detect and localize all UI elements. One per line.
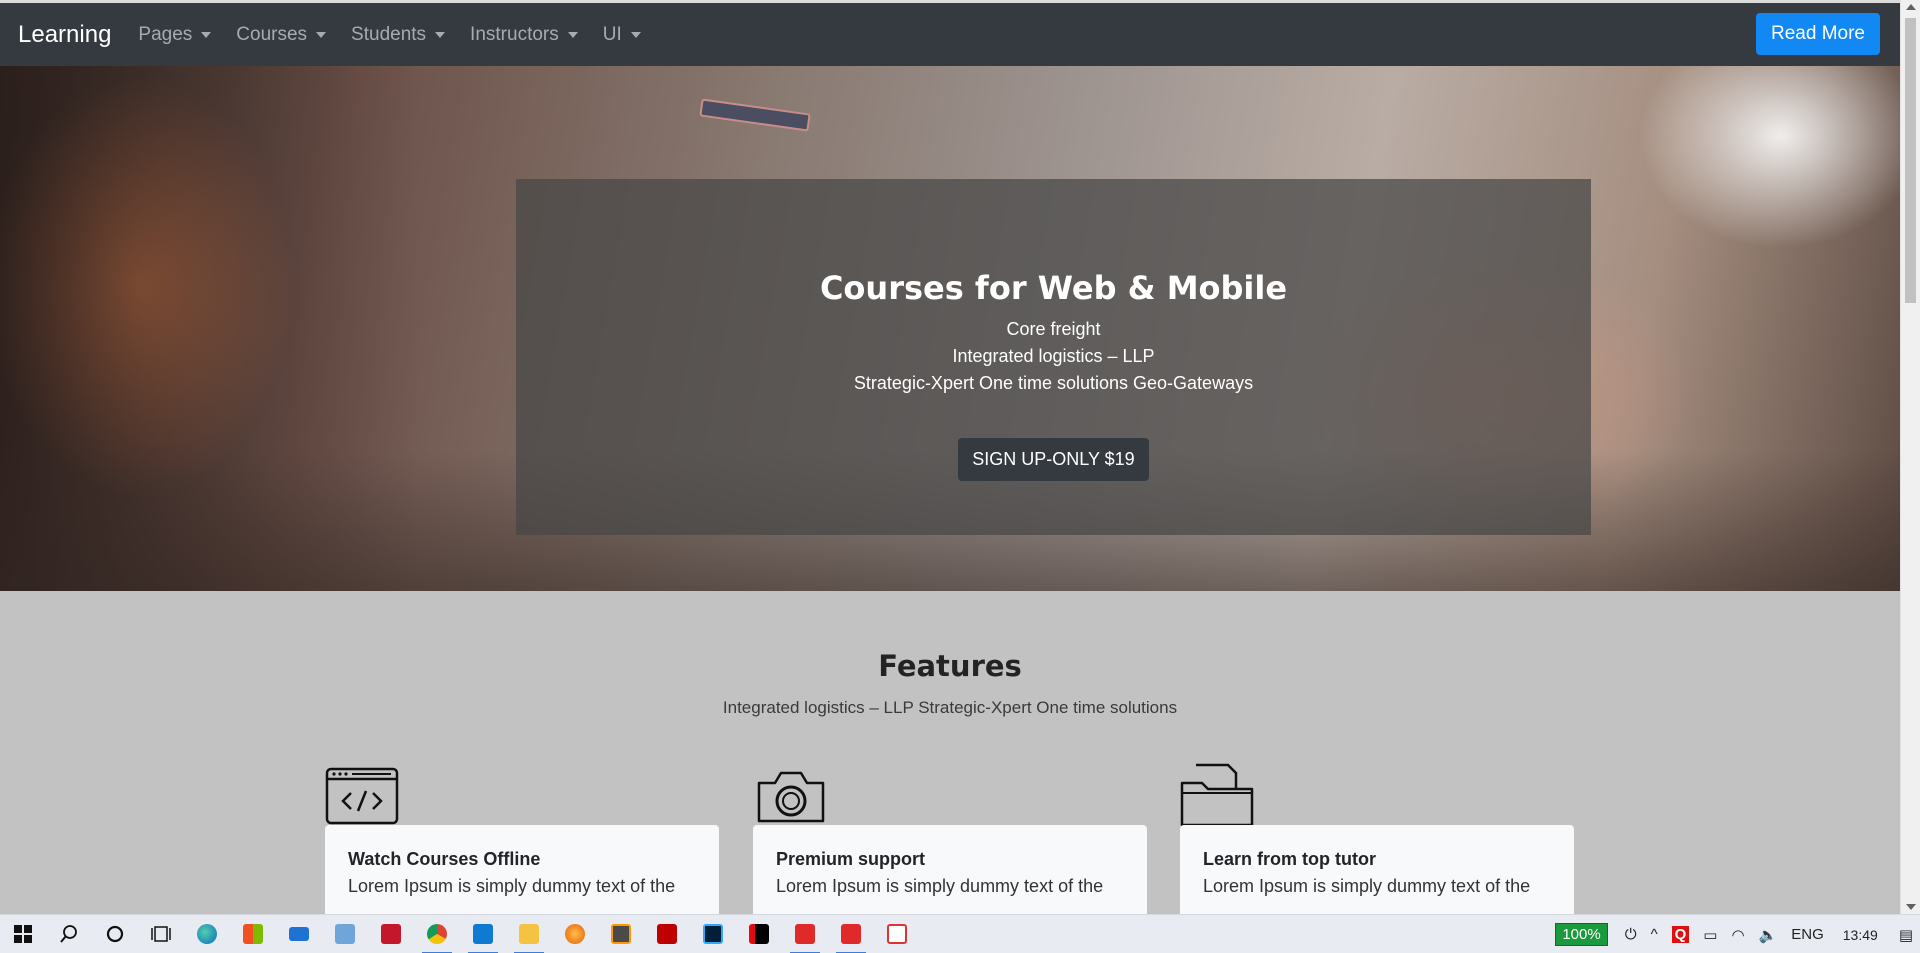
scroll-down-arrow-icon[interactable]: [1906, 904, 1916, 910]
clock[interactable]: 13:49: [1843, 927, 1878, 943]
firefox-icon[interactable]: [552, 915, 598, 953]
filezilla-icon[interactable]: [644, 915, 690, 953]
feature-card[interactable]: Learn from top tutor Lorem Ipsum is simp…: [1180, 825, 1574, 914]
nav-item-instructors[interactable]: Instructors: [470, 24, 578, 46]
chrome-icon[interactable]: [414, 915, 460, 953]
app-icon[interactable]: [322, 915, 368, 953]
task-view-icon[interactable]: [138, 915, 184, 953]
hero-overlay-box: Courses for Web & Mobile Core freight In…: [516, 179, 1591, 535]
caret-down-icon: [630, 31, 641, 38]
store-icon[interactable]: [230, 915, 276, 953]
system-tray: 100% ⏻ ^ Q ▭ ◠ 🔈 ENG 13:49 ▤: [1555, 915, 1920, 953]
caret-down-icon: [435, 31, 446, 38]
q-app-icon[interactable]: Q: [1671, 926, 1690, 943]
feature-card-text: Lorem Ipsum is simply dummy text of the: [1203, 876, 1531, 896]
hero-background-object: [699, 98, 811, 132]
code-window-icon: [325, 767, 399, 825]
app-red2-icon[interactable]: [782, 915, 828, 953]
feature-card-title: Watch Courses Offline: [348, 849, 541, 869]
windows-taskbar: 100% ⏻ ^ Q ▭ ◠ 🔈 ENG 13:49 ▤: [0, 914, 1920, 953]
feature-card-title: Premium support: [776, 849, 926, 869]
brand-logo[interactable]: Learning: [18, 21, 111, 49]
app-red-icon[interactable]: [368, 915, 414, 953]
language-indicator[interactable]: ENG: [1791, 926, 1824, 943]
hero-banner: Courses for Web & Mobile Core freight In…: [0, 66, 1900, 591]
nav-item-label: Courses: [236, 23, 308, 45]
features-section: Features Integrated logistics – LLP Stra…: [0, 591, 1900, 914]
hero-title: Courses for Web & Mobile: [819, 269, 1288, 307]
nav-item-label: UI: [602, 23, 622, 45]
features-subtitle: Integrated logistics – LLP Strategic-Xpe…: [722, 698, 1178, 717]
signup-button[interactable]: SIGN UP-ONLY $19: [958, 438, 1149, 481]
feature-item: Watch Courses Offline Lorem Ipsum is sim…: [325, 763, 719, 914]
feature-card[interactable]: Premium support Lorem Ipsum is simply du…: [753, 825, 1147, 914]
top-navbar: Learning Pages Courses Students Instruct…: [0, 0, 1900, 66]
folder-icon: [1180, 763, 1254, 827]
read-more-button[interactable]: Read More: [1756, 13, 1880, 55]
caret-down-icon: [567, 31, 578, 38]
features-title: Features: [878, 649, 1022, 683]
mail-icon[interactable]: [276, 915, 322, 953]
feature-card-title: Learn from top tutor: [1203, 849, 1376, 869]
hero-line: Strategic-Xpert One time solutions Geo-G…: [853, 373, 1254, 393]
feature-card[interactable]: Watch Courses Offline Lorem Ipsum is sim…: [325, 825, 719, 914]
hero-line: Core freight: [1006, 319, 1101, 339]
netflix-icon[interactable]: [736, 915, 782, 953]
sublime-icon[interactable]: [598, 915, 644, 953]
notification-icon[interactable]: ▤: [1899, 926, 1913, 944]
cortana-icon[interactable]: [92, 915, 138, 953]
file-explorer-icon[interactable]: [506, 915, 552, 953]
vertical-scrollbar[interactable]: [1900, 0, 1920, 914]
feature-card-text: Lorem Ipsum is simply dummy text of the: [348, 876, 676, 896]
hero-line: Integrated logistics – LLP: [952, 346, 1155, 366]
camera-icon: [757, 771, 825, 823]
battery-icon[interactable]: ▭: [1703, 926, 1717, 944]
app-red3-icon[interactable]: [828, 915, 874, 953]
scroll-up-arrow-icon[interactable]: [1906, 4, 1916, 10]
chevron-up-icon[interactable]: ^: [1651, 926, 1658, 943]
photoshop-icon[interactable]: [690, 915, 736, 953]
browser-viewport: Learning Pages Courses Students Instruct…: [0, 0, 1900, 914]
windows-start-icon[interactable]: [0, 915, 46, 953]
scrollbar-thumb[interactable]: [1905, 18, 1916, 303]
nav-item-courses[interactable]: Courses: [236, 23, 327, 46]
battery-indicator[interactable]: 100%: [1555, 923, 1608, 946]
nav-item-label: Students: [351, 23, 427, 45]
volume-icon[interactable]: 🔈: [1759, 926, 1778, 944]
feature-card-text: Lorem Ipsum is simply dummy text of the: [776, 876, 1104, 896]
nav-item-students[interactable]: Students: [351, 23, 446, 46]
nav-item-label: Pages: [138, 23, 193, 45]
wifi-icon[interactable]: ◠: [1731, 926, 1744, 944]
nav-item-label: Instructors: [470, 23, 559, 45]
vscode-icon[interactable]: [460, 915, 506, 953]
feature-item: Learn from top tutor Lorem Ipsum is simp…: [1180, 763, 1574, 914]
edge-icon[interactable]: [184, 915, 230, 953]
snip-icon[interactable]: [874, 915, 920, 953]
nav-item-pages[interactable]: Pages: [138, 23, 212, 46]
caret-down-icon: [316, 31, 327, 38]
nav-item-ui[interactable]: UI: [603, 24, 641, 46]
power-plug-icon[interactable]: ⏻: [1625, 926, 1637, 943]
feature-item: Premium support Lorem Ipsum is simply du…: [753, 763, 1147, 914]
search-icon[interactable]: [46, 915, 92, 953]
caret-down-icon: [201, 31, 212, 38]
